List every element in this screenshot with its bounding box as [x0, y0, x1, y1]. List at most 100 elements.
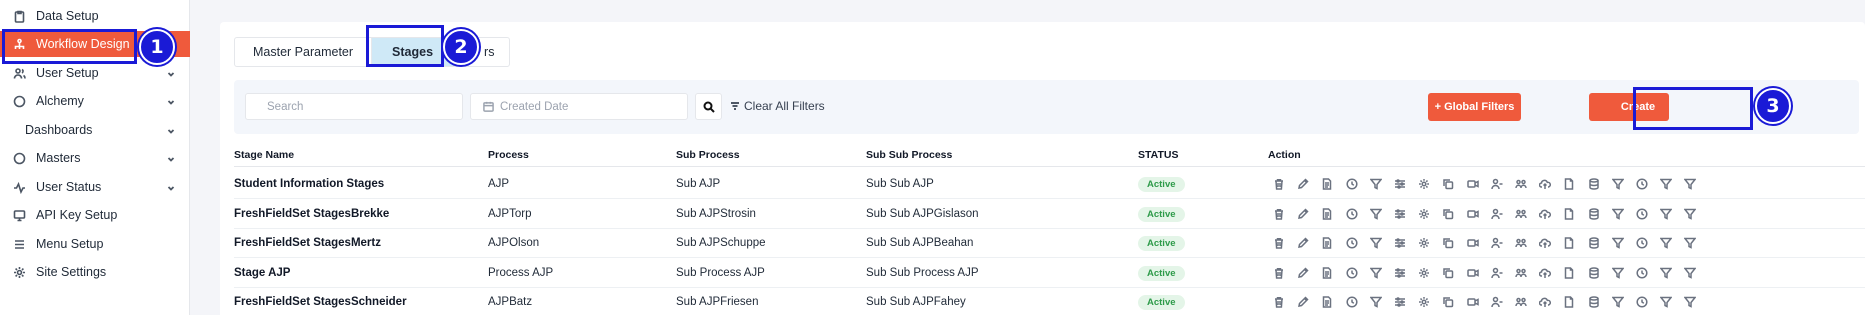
- users-group-icon[interactable]: [1514, 266, 1528, 280]
- user-minus-icon[interactable]: [1490, 266, 1504, 280]
- table-row[interactable]: Stage AJP Process AJP Sub Process AJP Sub S…: [234, 259, 1865, 288]
- database-icon[interactable]: [1587, 236, 1601, 250]
- chevron-down-icon[interactable]: [166, 68, 176, 78]
- gear-icon[interactable]: [1417, 177, 1431, 191]
- sidebar-item-menu-setup[interactable]: Menu Setup: [0, 231, 190, 257]
- chevron-down-icon[interactable]: [166, 153, 176, 163]
- filter-icon[interactable]: [1369, 207, 1383, 221]
- edit-icon[interactable]: [1296, 207, 1310, 221]
- chevron-down-icon[interactable]: [166, 96, 176, 106]
- clock-icon[interactable]: [1345, 295, 1359, 309]
- tab-master-parameter[interactable]: Master Parameter: [235, 38, 373, 66]
- filter-icon[interactable]: [1611, 266, 1625, 280]
- filter-icon[interactable]: [1683, 295, 1697, 309]
- filter-icon[interactable]: [1369, 295, 1383, 309]
- trash-icon[interactable]: [1272, 207, 1286, 221]
- gear-icon[interactable]: [1417, 236, 1431, 250]
- filter-icon[interactable]: [1683, 207, 1697, 221]
- sliders-icon[interactable]: [1393, 177, 1407, 191]
- sidebar-item-dashboards[interactable]: Dashboards: [0, 117, 190, 143]
- document-icon[interactable]: [1320, 236, 1334, 250]
- trash-icon[interactable]: [1272, 177, 1286, 191]
- clock-icon[interactable]: [1635, 207, 1649, 221]
- sliders-icon[interactable]: [1393, 207, 1407, 221]
- chevron-down-icon[interactable]: [166, 182, 176, 192]
- search-input[interactable]: Search: [245, 93, 463, 120]
- filter-icon[interactable]: [1659, 266, 1673, 280]
- copy-icon[interactable]: [1441, 295, 1455, 309]
- video-icon[interactable]: [1466, 266, 1480, 280]
- filter-icon[interactable]: [1369, 177, 1383, 191]
- gear-icon[interactable]: [1417, 295, 1431, 309]
- sidebar-item-masters[interactable]: Masters: [0, 145, 190, 171]
- gear-icon[interactable]: [1417, 266, 1431, 280]
- file-icon[interactable]: [1562, 295, 1576, 309]
- sidebar-item-data-setup[interactable]: Data Setup: [0, 3, 190, 29]
- cloud-upload-icon[interactable]: [1538, 177, 1552, 191]
- filter-icon[interactable]: [1611, 177, 1625, 191]
- trash-icon[interactable]: [1272, 266, 1286, 280]
- sliders-icon[interactable]: [1393, 295, 1407, 309]
- trash-icon[interactable]: [1272, 236, 1286, 250]
- cloud-upload-icon[interactable]: [1538, 295, 1552, 309]
- filter-icon[interactable]: [1683, 266, 1697, 280]
- user-minus-icon[interactable]: [1490, 236, 1504, 250]
- global-filters-button[interactable]: + Global Filters: [1428, 93, 1521, 121]
- clock-icon[interactable]: [1345, 207, 1359, 221]
- user-minus-icon[interactable]: [1490, 177, 1504, 191]
- sidebar-item-user-status[interactable]: User Status: [0, 174, 190, 200]
- sliders-icon[interactable]: [1393, 236, 1407, 250]
- filter-icon[interactable]: [1611, 295, 1625, 309]
- clock-icon[interactable]: [1345, 236, 1359, 250]
- table-row[interactable]: FreshFieldSet StagesSchneider AJPBatz Sub …: [234, 288, 1865, 315]
- users-group-icon[interactable]: [1514, 207, 1528, 221]
- filter-icon[interactable]: [1683, 177, 1697, 191]
- user-minus-icon[interactable]: [1490, 295, 1504, 309]
- created-date-input[interactable]: Created Date: [470, 93, 688, 120]
- clear-filters-button[interactable]: Clear All Filters: [730, 99, 825, 113]
- gear-icon[interactable]: [1417, 207, 1431, 221]
- sliders-icon[interactable]: [1393, 266, 1407, 280]
- database-icon[interactable]: [1587, 207, 1601, 221]
- filter-icon[interactable]: [1611, 207, 1625, 221]
- copy-icon[interactable]: [1441, 177, 1455, 191]
- file-icon[interactable]: [1562, 236, 1576, 250]
- cloud-upload-icon[interactable]: [1538, 207, 1552, 221]
- users-group-icon[interactable]: [1514, 295, 1528, 309]
- video-icon[interactable]: [1466, 177, 1480, 191]
- trash-icon[interactable]: [1272, 295, 1286, 309]
- table-row[interactable]: Student Information Stages AJP Sub AJP Sub …: [234, 170, 1865, 199]
- users-group-icon[interactable]: [1514, 177, 1528, 191]
- filter-icon[interactable]: [1659, 295, 1673, 309]
- clock-icon[interactable]: [1345, 266, 1359, 280]
- table-row[interactable]: FreshFieldSet StagesMertz AJPOlson Sub AJP…: [234, 229, 1865, 258]
- document-icon[interactable]: [1320, 266, 1334, 280]
- video-icon[interactable]: [1466, 207, 1480, 221]
- sidebar-item-api-key-setup[interactable]: API Key Setup: [0, 202, 190, 228]
- edit-icon[interactable]: [1296, 295, 1310, 309]
- table-row[interactable]: FreshFieldSet StagesBrekke AJPTorp Sub AJP…: [234, 200, 1865, 229]
- clock-icon[interactable]: [1635, 295, 1649, 309]
- edit-icon[interactable]: [1296, 266, 1310, 280]
- copy-icon[interactable]: [1441, 207, 1455, 221]
- search-button[interactable]: [695, 93, 722, 120]
- filter-icon[interactable]: [1369, 266, 1383, 280]
- filter-icon[interactable]: [1659, 177, 1673, 191]
- users-group-icon[interactable]: [1514, 236, 1528, 250]
- edit-icon[interactable]: [1296, 177, 1310, 191]
- edit-icon[interactable]: [1296, 236, 1310, 250]
- file-icon[interactable]: [1562, 207, 1576, 221]
- document-icon[interactable]: [1320, 295, 1334, 309]
- sidebar-item-site-settings[interactable]: Site Settings: [0, 259, 190, 285]
- filter-icon[interactable]: [1611, 236, 1625, 250]
- video-icon[interactable]: [1466, 236, 1480, 250]
- sidebar-item-alchemy[interactable]: Alchemy: [0, 88, 190, 114]
- clock-icon[interactable]: [1635, 266, 1649, 280]
- file-icon[interactable]: [1562, 177, 1576, 191]
- chevron-down-icon[interactable]: [166, 125, 176, 135]
- clock-icon[interactable]: [1635, 236, 1649, 250]
- cloud-upload-icon[interactable]: [1538, 236, 1552, 250]
- document-icon[interactable]: [1320, 207, 1334, 221]
- clock-icon[interactable]: [1635, 177, 1649, 191]
- copy-icon[interactable]: [1441, 236, 1455, 250]
